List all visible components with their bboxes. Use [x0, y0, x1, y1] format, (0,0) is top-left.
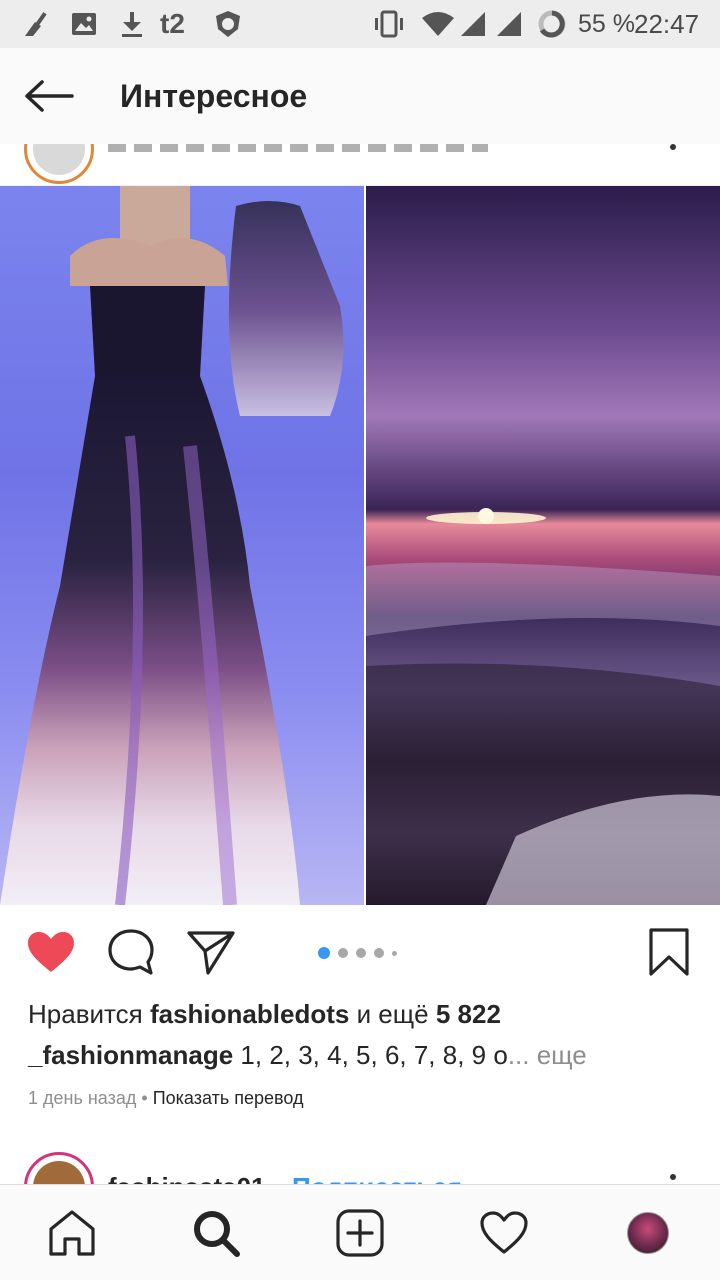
top-app-bar: Интересное — [0, 48, 720, 144]
arrow-left-icon — [25, 80, 74, 112]
nav-add-post-button[interactable] — [334, 1207, 386, 1259]
carousel-dot — [374, 948, 384, 958]
avatar[interactable] — [24, 144, 94, 184]
sunset-photo — [366, 186, 720, 905]
share-button[interactable] — [186, 927, 236, 977]
battery-ring-icon — [536, 10, 568, 38]
comment-button[interactable] — [106, 927, 156, 977]
dress-photo — [0, 186, 364, 905]
likes-count[interactable]: 5 822 — [436, 999, 501, 1029]
carousel-dot — [356, 948, 366, 958]
nav-profile-button[interactable] — [622, 1207, 674, 1259]
next-post-header: fashipasta01 Подписаться — [0, 1150, 720, 1184]
image-notification-icon — [70, 10, 98, 38]
post-actions — [0, 905, 720, 997]
meta-separator: • — [136, 1088, 153, 1108]
heart-filled-icon — [28, 932, 74, 972]
previous-post-username-obscured — [108, 144, 488, 152]
liked-by-username[interactable]: fashionabledots — [150, 999, 349, 1029]
battery-percent: 55 % — [578, 10, 635, 38]
nav-home-button[interactable] — [46, 1207, 98, 1259]
broom-notification-icon — [20, 10, 54, 38]
clock: 22:47 — [634, 9, 700, 39]
avatar[interactable] — [24, 1152, 94, 1184]
more-options-icon[interactable] — [670, 144, 676, 150]
post-timestamp: 1 день назад — [28, 1088, 137, 1108]
page-title: Интересное — [120, 78, 308, 114]
likes-middle: и ещё — [356, 999, 429, 1029]
wifi-icon — [420, 10, 456, 38]
post-caption: _fashionmanage 1, 2, 3, 4, 5, 6, 7, 8, 9… — [28, 1037, 587, 1073]
download-notification-icon — [118, 10, 146, 38]
back-button[interactable] — [18, 74, 78, 118]
nav-search-button[interactable] — [190, 1207, 242, 1259]
carousel-dot — [392, 950, 397, 956]
search-icon — [194, 1211, 240, 1257]
comment-bubble-icon — [108, 929, 154, 975]
caption-username[interactable]: _fashionmanage — [28, 1040, 233, 1070]
save-button[interactable] — [644, 927, 694, 977]
caption-text: 1, 2, 3, 4, 5, 6, 7, 8, 9 о — [240, 1040, 508, 1070]
caption-more-link[interactable]: ... еще — [508, 1040, 587, 1070]
previous-post-header — [0, 144, 720, 186]
show-translation-link[interactable]: Показать перевод — [153, 1088, 304, 1108]
paper-plane-icon — [187, 931, 235, 975]
next-post-username[interactable]: fashipasta01 — [108, 1172, 266, 1184]
post-image[interactable] — [0, 186, 720, 905]
shield-notification-icon — [212, 10, 244, 38]
carousel-dot — [318, 947, 330, 959]
carousel-indicator — [318, 947, 397, 959]
home-icon — [49, 1210, 95, 1256]
avatar — [627, 1212, 669, 1254]
likes-summary[interactable]: Нравится fashionabledots и ещё 5 822 — [28, 996, 501, 1032]
more-options-icon[interactable] — [670, 1174, 676, 1180]
vibrate-icon — [370, 10, 408, 38]
carousel-dot — [338, 948, 348, 958]
like-button[interactable] — [26, 927, 76, 977]
bookmark-icon — [649, 928, 689, 976]
post-meta: 1 день назад • Показать перевод — [28, 1085, 303, 1111]
likes-prefix: Нравится — [28, 999, 143, 1029]
follow-button[interactable]: Подписаться — [292, 1172, 462, 1184]
carrier-label: t2 — [160, 8, 185, 39]
heart-outline-icon — [480, 1211, 528, 1254]
signal-2-icon — [494, 10, 524, 38]
status-bar: t2 55 % 22:47 — [0, 0, 720, 48]
nav-activity-button[interactable] — [478, 1207, 530, 1259]
bottom-navigation — [0, 1184, 720, 1280]
plus-square-icon — [336, 1209, 384, 1257]
signal-1-icon — [458, 10, 488, 38]
